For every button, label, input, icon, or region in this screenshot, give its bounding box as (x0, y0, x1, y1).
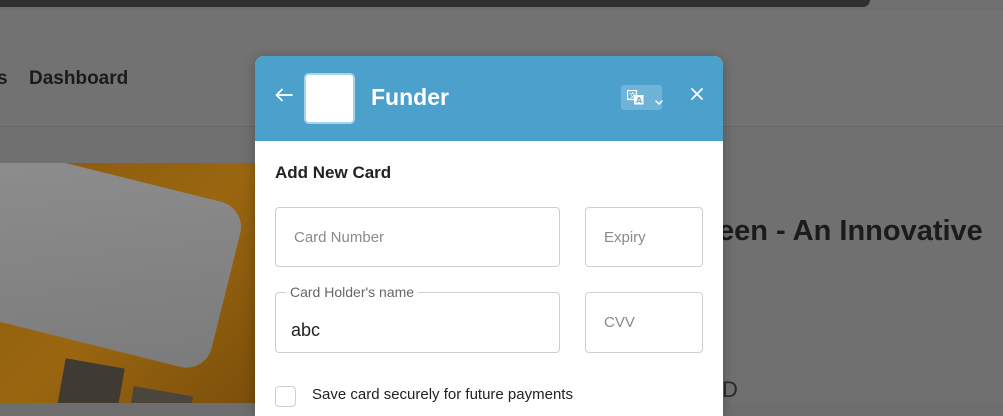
card-number-field (275, 207, 560, 267)
svg-text:A: A (636, 96, 643, 105)
modal-body: Add New Card Card Holder's name Save car… (255, 141, 723, 416)
arrow-left-icon (275, 85, 293, 107)
brand-name: Funder (371, 84, 449, 110)
language-selector[interactable]: 文 A (621, 85, 663, 110)
nav-item-dashboard[interactable]: Dashboard (29, 68, 128, 90)
section-title: Add New Card (275, 163, 392, 182)
nav-item-partial[interactable]: s (0, 68, 8, 90)
cvv-field (585, 292, 703, 353)
close-button[interactable] (686, 84, 708, 106)
save-card-checkbox[interactable] (275, 386, 296, 407)
brand-logo (304, 73, 355, 124)
product-port-shape (126, 386, 194, 403)
save-card-label[interactable]: Save card securely for future payments (312, 386, 573, 403)
add-card-modal: Funder 文 A Add New Card Card Number Expi… (255, 56, 723, 416)
product-title: een - An Innovative (718, 215, 983, 247)
browser-address-bar[interactable] (0, 0, 870, 7)
product-port-shape (55, 358, 125, 403)
partial-text: D (722, 377, 738, 402)
browser-top-bar (0, 0, 1003, 10)
product-device-shape (0, 163, 247, 374)
card-holder-field: Card Holder's name (275, 284, 560, 353)
expiry-field (585, 207, 703, 267)
expiry-input[interactable] (586, 208, 702, 266)
close-icon (690, 85, 704, 105)
card-number-input[interactable] (276, 208, 559, 266)
cvv-input[interactable] (586, 293, 702, 352)
back-button[interactable] (273, 85, 295, 107)
product-image (0, 163, 265, 403)
card-holder-input[interactable] (276, 293, 559, 352)
modal-header: Funder 文 A (255, 56, 723, 141)
